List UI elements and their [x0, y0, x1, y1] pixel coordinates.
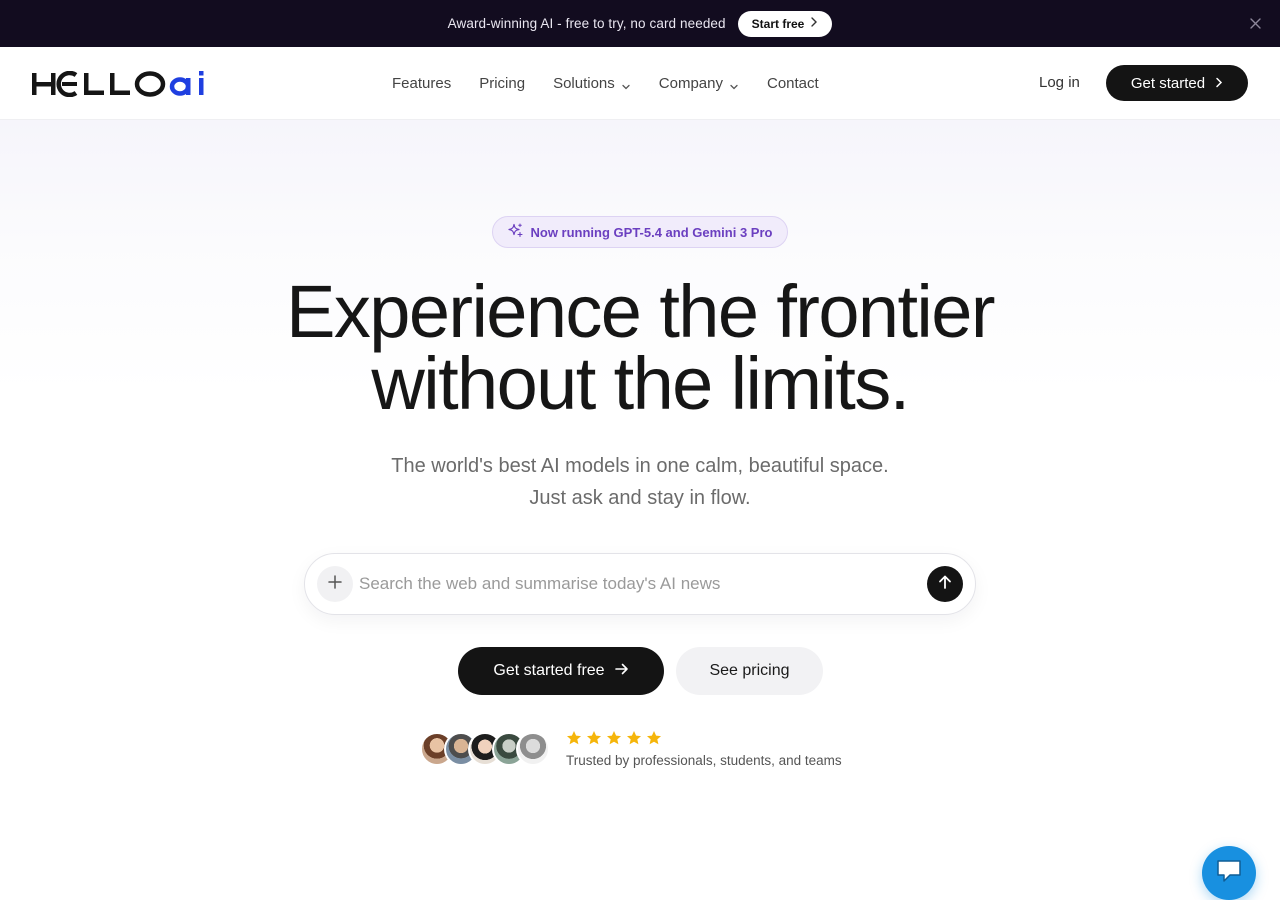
start-free-button[interactable]: Start free [737, 10, 833, 37]
get-started-button[interactable]: Get started [1106, 65, 1248, 101]
get-started-free-button[interactable]: Get started free [458, 647, 664, 695]
headline-line-1: Experience the frontier [286, 270, 995, 353]
nav-contact-label: Contact [766, 75, 819, 92]
chat-widget-button[interactable] [1202, 846, 1256, 900]
helloai-logo [32, 71, 204, 97]
star-icon [587, 731, 601, 745]
hero-subline: The world's best AI models in one calm, … [0, 450, 1280, 514]
get-started-free-label: Get started free [493, 662, 605, 679]
plus-icon [328, 574, 342, 594]
subline-line-2: Just ask and stay in flow. [529, 487, 751, 509]
social-proof: Trusted by professionals, students, and … [420, 730, 880, 770]
nav-solutions[interactable]: Solutions [539, 75, 645, 92]
chat-icon [1215, 858, 1243, 889]
trusted-text: Trusted by professionals, students, and … [566, 753, 842, 768]
get-started-label: Get started [1130, 74, 1206, 92]
site-header: Features Pricing Solutions Company Conta… [0, 47, 1280, 120]
nav-pricing-label: Pricing [479, 75, 526, 92]
avatar-stack [420, 732, 550, 766]
prompt-box [304, 553, 976, 615]
avatar [516, 732, 550, 766]
nav-company[interactable]: Company [645, 75, 753, 92]
star-icon [627, 731, 641, 745]
nav-pricing[interactable]: Pricing [465, 75, 539, 92]
sparkle-icon [507, 223, 523, 241]
chevron-down-icon [729, 79, 739, 89]
nav-contact[interactable]: Contact [753, 75, 833, 92]
prompt-input[interactable] [359, 569, 909, 599]
headline-line-2: without the limits. [371, 342, 910, 425]
hero-section: Now running GPT-5.4 and Gemini 3 Pro Exp… [0, 120, 1280, 900]
rating-stars [566, 730, 662, 746]
nav-solutions-label: Solutions [553, 75, 615, 92]
nav-features[interactable]: Features [378, 75, 465, 92]
see-pricing-button[interactable]: See pricing [676, 647, 823, 695]
logo[interactable] [32, 71, 206, 97]
chevron-right-icon [810, 17, 818, 30]
model-badge: Now running GPT-5.4 and Gemini 3 Pro [492, 216, 788, 248]
login-link[interactable]: Log in [1039, 74, 1080, 91]
star-icon [647, 731, 661, 745]
add-attachment-button[interactable] [317, 566, 353, 602]
close-icon[interactable] [1246, 14, 1264, 32]
announcement-text: Award-winning AI - free to try, no card … [447, 16, 726, 31]
arrow-right-icon [614, 662, 629, 680]
star-icon [607, 731, 621, 745]
subline-line-1: The world's best AI models in one calm, … [391, 455, 889, 477]
send-button[interactable] [927, 566, 963, 602]
main-nav: Features Pricing Solutions Company Conta… [378, 47, 833, 120]
arrow-up-icon [937, 574, 953, 595]
nav-company-label: Company [658, 75, 723, 92]
hero-headline: Experience the frontier without the limi… [0, 270, 1280, 425]
star-icon [567, 731, 581, 745]
model-badge-text: Now running GPT-5.4 and Gemini 3 Pro [530, 224, 773, 240]
chevron-right-icon [1215, 75, 1223, 92]
announcement-bar: Award-winning AI - free to try, no card … [0, 0, 1280, 47]
nav-features-label: Features [392, 75, 452, 92]
chevron-down-icon [621, 79, 631, 89]
start-free-label: Start free [751, 16, 805, 31]
